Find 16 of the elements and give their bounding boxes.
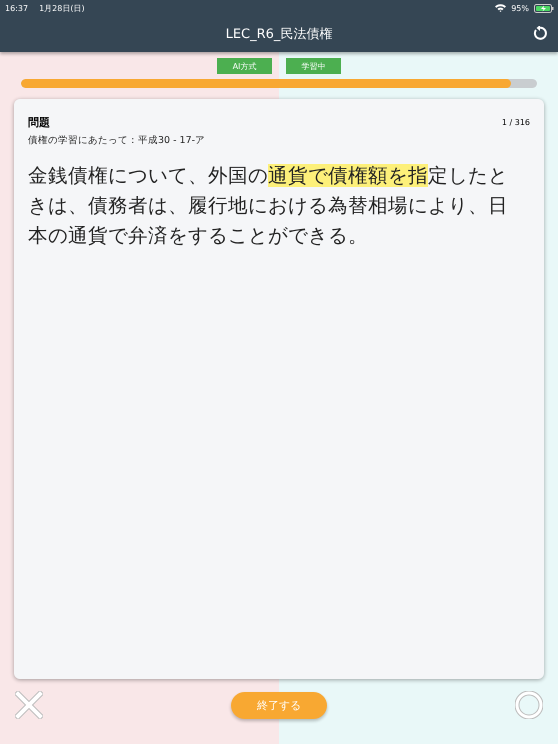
status-tag: AI方式 <box>217 58 272 74</box>
status-tag: 学習中 <box>286 58 341 74</box>
question-text: 金銭債権について、外国の通貨で債権額を指定したときは、債務者は、履行地における為替相場により、日本の通貨で弁済をすることができる。 <box>28 163 509 249</box>
status-time: 16:37 <box>5 4 28 12</box>
question-counter: 1 / 316 <box>502 118 530 127</box>
circle-icon[interactable] <box>515 691 543 719</box>
question-source: 債権の学習にあたって：平成30 - 17-ア <box>28 134 206 147</box>
finish-button[interactable]: 終了する <box>231 692 327 718</box>
battery-icon <box>534 4 554 12</box>
question-heading: 問題 <box>28 115 50 130</box>
wifi-icon <box>495 4 506 12</box>
status-date: 1月28日(日) <box>39 2 85 14</box>
page-title: LEC_R6_民法債権 <box>226 26 332 43</box>
close-icon[interactable] <box>15 691 43 719</box>
reset-icon[interactable] <box>533 26 547 40</box>
battery-percent: 95% <box>511 4 529 12</box>
